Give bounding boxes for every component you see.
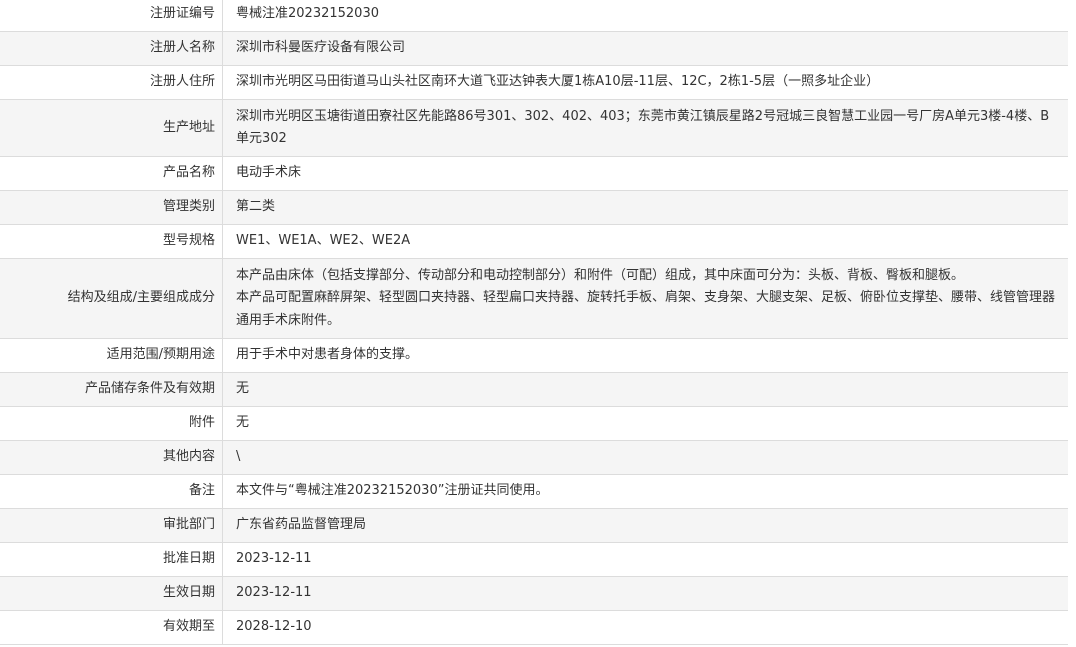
value-effective-date: 2023-12-11: [222, 576, 1068, 611]
label-intended-use: 适用范围/预期用途: [0, 338, 223, 373]
label-remarks: 备注: [0, 474, 223, 509]
row-expiry-date: 有效期至 2028-12-10: [0, 610, 1068, 645]
structure-line-1: 本产品由床体（包括支撑部分、传动部分和电动控制部分）和附件（可配）组成，其中床面…: [236, 267, 965, 283]
label-approval-date: 批准日期: [0, 542, 223, 577]
label-approval-department: 审批部门: [0, 508, 223, 543]
row-registrant-name: 注册人名称 深圳市科曼医疗设备有限公司: [0, 31, 1068, 66]
registration-detail-panel: 注册证编号 粤械注准20232152030 注册人名称 深圳市科曼医疗设备有限公…: [0, 0, 1068, 647]
structure-line-2: 本产品可配置麻醉屏架、轻型圆口夹持器、轻型扁口夹持器、旋转托手板、肩架、支身架、…: [236, 290, 1056, 328]
label-other-content: 其他内容: [0, 440, 223, 475]
value-registration-number: 粤械注准20232152030: [222, 0, 1068, 32]
value-model-spec: WE1、WE1A、WE2、WE2A: [222, 224, 1068, 259]
label-attachment: 附件: [0, 406, 223, 441]
label-management-category: 管理类别: [0, 190, 223, 225]
value-approval-department: 广东省药品监督管理局: [222, 508, 1068, 543]
row-model-spec: 型号规格 WE1、WE1A、WE2、WE2A: [0, 224, 1068, 259]
value-remarks: 本文件与“粤械注准20232152030”注册证共同使用。: [222, 474, 1068, 509]
value-production-address: 深圳市光明区玉塘街道田寮社区先能路86号301、302、402、403；东莞市黄…: [222, 99, 1068, 157]
label-registration-number: 注册证编号: [0, 0, 223, 32]
value-storage-validity: 无: [222, 372, 1068, 407]
label-expiry-date: 有效期至: [0, 610, 223, 645]
value-registrant-name: 深圳市科曼医疗设备有限公司: [222, 31, 1068, 66]
value-intended-use: 用于手术中对患者身体的支撑。: [222, 338, 1068, 373]
row-remarks: 备注 本文件与“粤械注准20232152030”注册证共同使用。: [0, 474, 1068, 509]
value-approval-date: 2023-12-11: [222, 542, 1068, 577]
row-product-name: 产品名称 电动手术床: [0, 156, 1068, 191]
label-registrant-name: 注册人名称: [0, 31, 223, 66]
value-expiry-date: 2028-12-10: [222, 610, 1068, 645]
label-effective-date: 生效日期: [0, 576, 223, 611]
row-management-category: 管理类别 第二类: [0, 190, 1068, 225]
label-registrant-address: 注册人住所: [0, 65, 223, 100]
registration-detail-table: 注册证编号 粤械注准20232152030 注册人名称 深圳市科曼医疗设备有限公…: [0, 0, 1068, 645]
label-storage-validity: 产品储存条件及有效期: [0, 372, 223, 407]
label-product-name: 产品名称: [0, 156, 223, 191]
value-other-content: \: [222, 440, 1068, 475]
row-other-content: 其他内容 \: [0, 440, 1068, 475]
row-approval-date: 批准日期 2023-12-11: [0, 542, 1068, 577]
value-attachment: 无: [222, 406, 1068, 441]
label-structure-composition: 结构及组成/主要组成成分: [0, 258, 223, 339]
value-registrant-address: 深圳市光明区马田街道马山头社区南环大道飞亚达钟表大厦1栋A10层-11层、12C…: [222, 65, 1068, 100]
value-product-name: 电动手术床: [222, 156, 1068, 191]
value-management-category: 第二类: [222, 190, 1068, 225]
row-approval-department: 审批部门 广东省药品监督管理局: [0, 508, 1068, 543]
row-intended-use: 适用范围/预期用途 用于手术中对患者身体的支撑。: [0, 338, 1068, 373]
row-structure-composition: 结构及组成/主要组成成分 本产品由床体（包括支撑部分、传动部分和电动控制部分）和…: [0, 258, 1068, 339]
row-registrant-address: 注册人住所 深圳市光明区马田街道马山头社区南环大道飞亚达钟表大厦1栋A10层-1…: [0, 65, 1068, 100]
row-attachment: 附件 无: [0, 406, 1068, 441]
row-storage-validity: 产品储存条件及有效期 无: [0, 372, 1068, 407]
row-production-address: 生产地址 深圳市光明区玉塘街道田寮社区先能路86号301、302、402、403…: [0, 99, 1068, 157]
row-registration-number: 注册证编号 粤械注准20232152030: [0, 0, 1068, 32]
label-model-spec: 型号规格: [0, 224, 223, 259]
value-structure-composition: 本产品由床体（包括支撑部分、传动部分和电动控制部分）和附件（可配）组成，其中床面…: [222, 258, 1068, 339]
label-production-address: 生产地址: [0, 99, 223, 157]
row-effective-date: 生效日期 2023-12-11: [0, 576, 1068, 611]
